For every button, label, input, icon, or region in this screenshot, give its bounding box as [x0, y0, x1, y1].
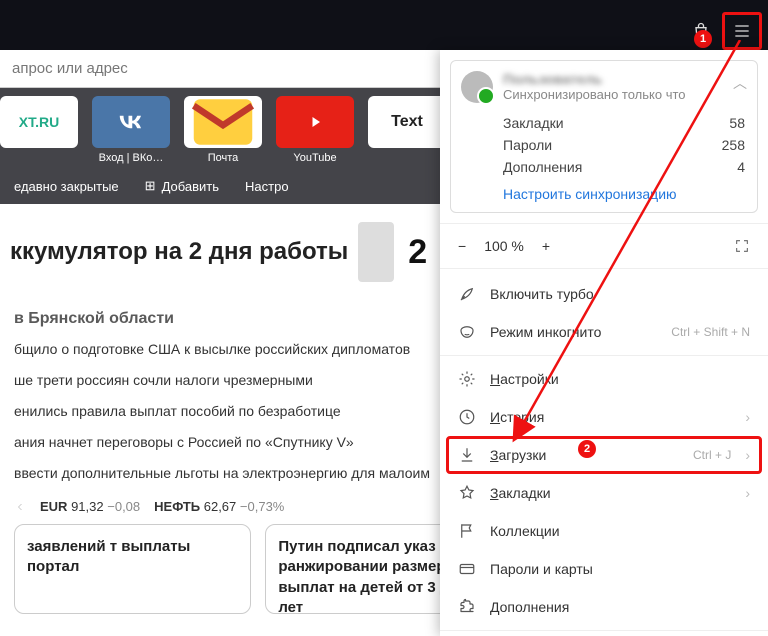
vk-icon — [116, 107, 146, 137]
callout-badge-2: 2 — [578, 440, 596, 458]
banner-digit: 2 — [408, 233, 427, 272]
sync-settings-link[interactable]: Настроить синхронизацию — [503, 178, 677, 202]
chevron-right-icon: › — [745, 447, 750, 463]
menu-turbo[interactable]: Включить турбо — [440, 275, 768, 313]
browser-titlebar — [0, 0, 768, 50]
menu-settings[interactable]: Настройки — [440, 360, 768, 398]
tile-vk[interactable]: Вход | ВКо… — [92, 96, 170, 164]
banner-text: ккумулятор на 2 дня работы — [10, 238, 348, 266]
main-menu-panel: Пользователь Синхронизировано только что… — [440, 50, 768, 636]
phone-image — [358, 222, 394, 282]
chevron-right-icon: › — [745, 485, 750, 501]
add-tile[interactable]: ⊞Добавить — [145, 178, 219, 194]
chevron-up-icon[interactable]: ︿ — [733, 73, 747, 93]
flag-icon — [458, 522, 476, 540]
tile-txtru[interactable]: XT.RU — [0, 96, 78, 152]
zoom-value: 100 % — [484, 238, 524, 254]
chevron-right-icon: › — [745, 409, 750, 425]
youtube-icon — [300, 107, 330, 137]
menu-collections[interactable]: Коллекции — [440, 512, 768, 550]
menu-passwords-cards[interactable]: Пароли и карты — [440, 550, 768, 588]
rocket-icon — [458, 285, 476, 303]
account-name: Пользователь — [503, 71, 745, 87]
fullscreen-icon[interactable] — [734, 238, 750, 254]
gear-icon — [458, 370, 476, 388]
tile-text[interactable]: Text — [368, 96, 446, 152]
menu-addons[interactable]: Дополнения — [440, 588, 768, 626]
callout-badge-1: 1 — [694, 30, 712, 48]
menu-label: Настройки — [490, 371, 750, 387]
mail-icon — [184, 83, 262, 161]
menu-downloads[interactable]: Загрузки Ctrl + J › — [446, 436, 762, 474]
puzzle-icon — [458, 598, 476, 616]
sync-status: Синхронизировано только что — [503, 87, 745, 102]
mask-icon — [458, 323, 476, 341]
zoom-row: − 100 % + — [440, 223, 768, 269]
tile-mail[interactable]: Почта — [184, 96, 262, 164]
menu-history[interactable]: История › — [440, 398, 768, 436]
download-icon — [458, 446, 476, 464]
zen-card[interactable]: заявлений т выплаты портал — [14, 524, 251, 614]
zoom-out-button[interactable]: − — [458, 238, 466, 254]
tile-settings[interactable]: Настро — [245, 178, 289, 194]
chevron-left-icon[interactable] — [14, 501, 26, 513]
recent-closed[interactable]: едавно закрытые — [14, 178, 119, 194]
star-icon — [458, 484, 476, 502]
menu-bookmarks[interactable]: Закладки › — [440, 474, 768, 512]
avatar — [461, 71, 493, 103]
zoom-in-button[interactable]: + — [542, 238, 550, 254]
card-icon — [458, 560, 476, 578]
hamburger-highlight — [722, 12, 762, 50]
tile-youtube[interactable]: YouTube — [276, 96, 354, 164]
main-menu-button[interactable] — [727, 17, 757, 45]
menu-incognito[interactable]: Режим инкогнито Ctrl + Shift + N — [440, 313, 768, 351]
sync-card[interactable]: Пользователь Синхронизировано только что… — [450, 60, 758, 213]
clock-icon — [458, 408, 476, 426]
